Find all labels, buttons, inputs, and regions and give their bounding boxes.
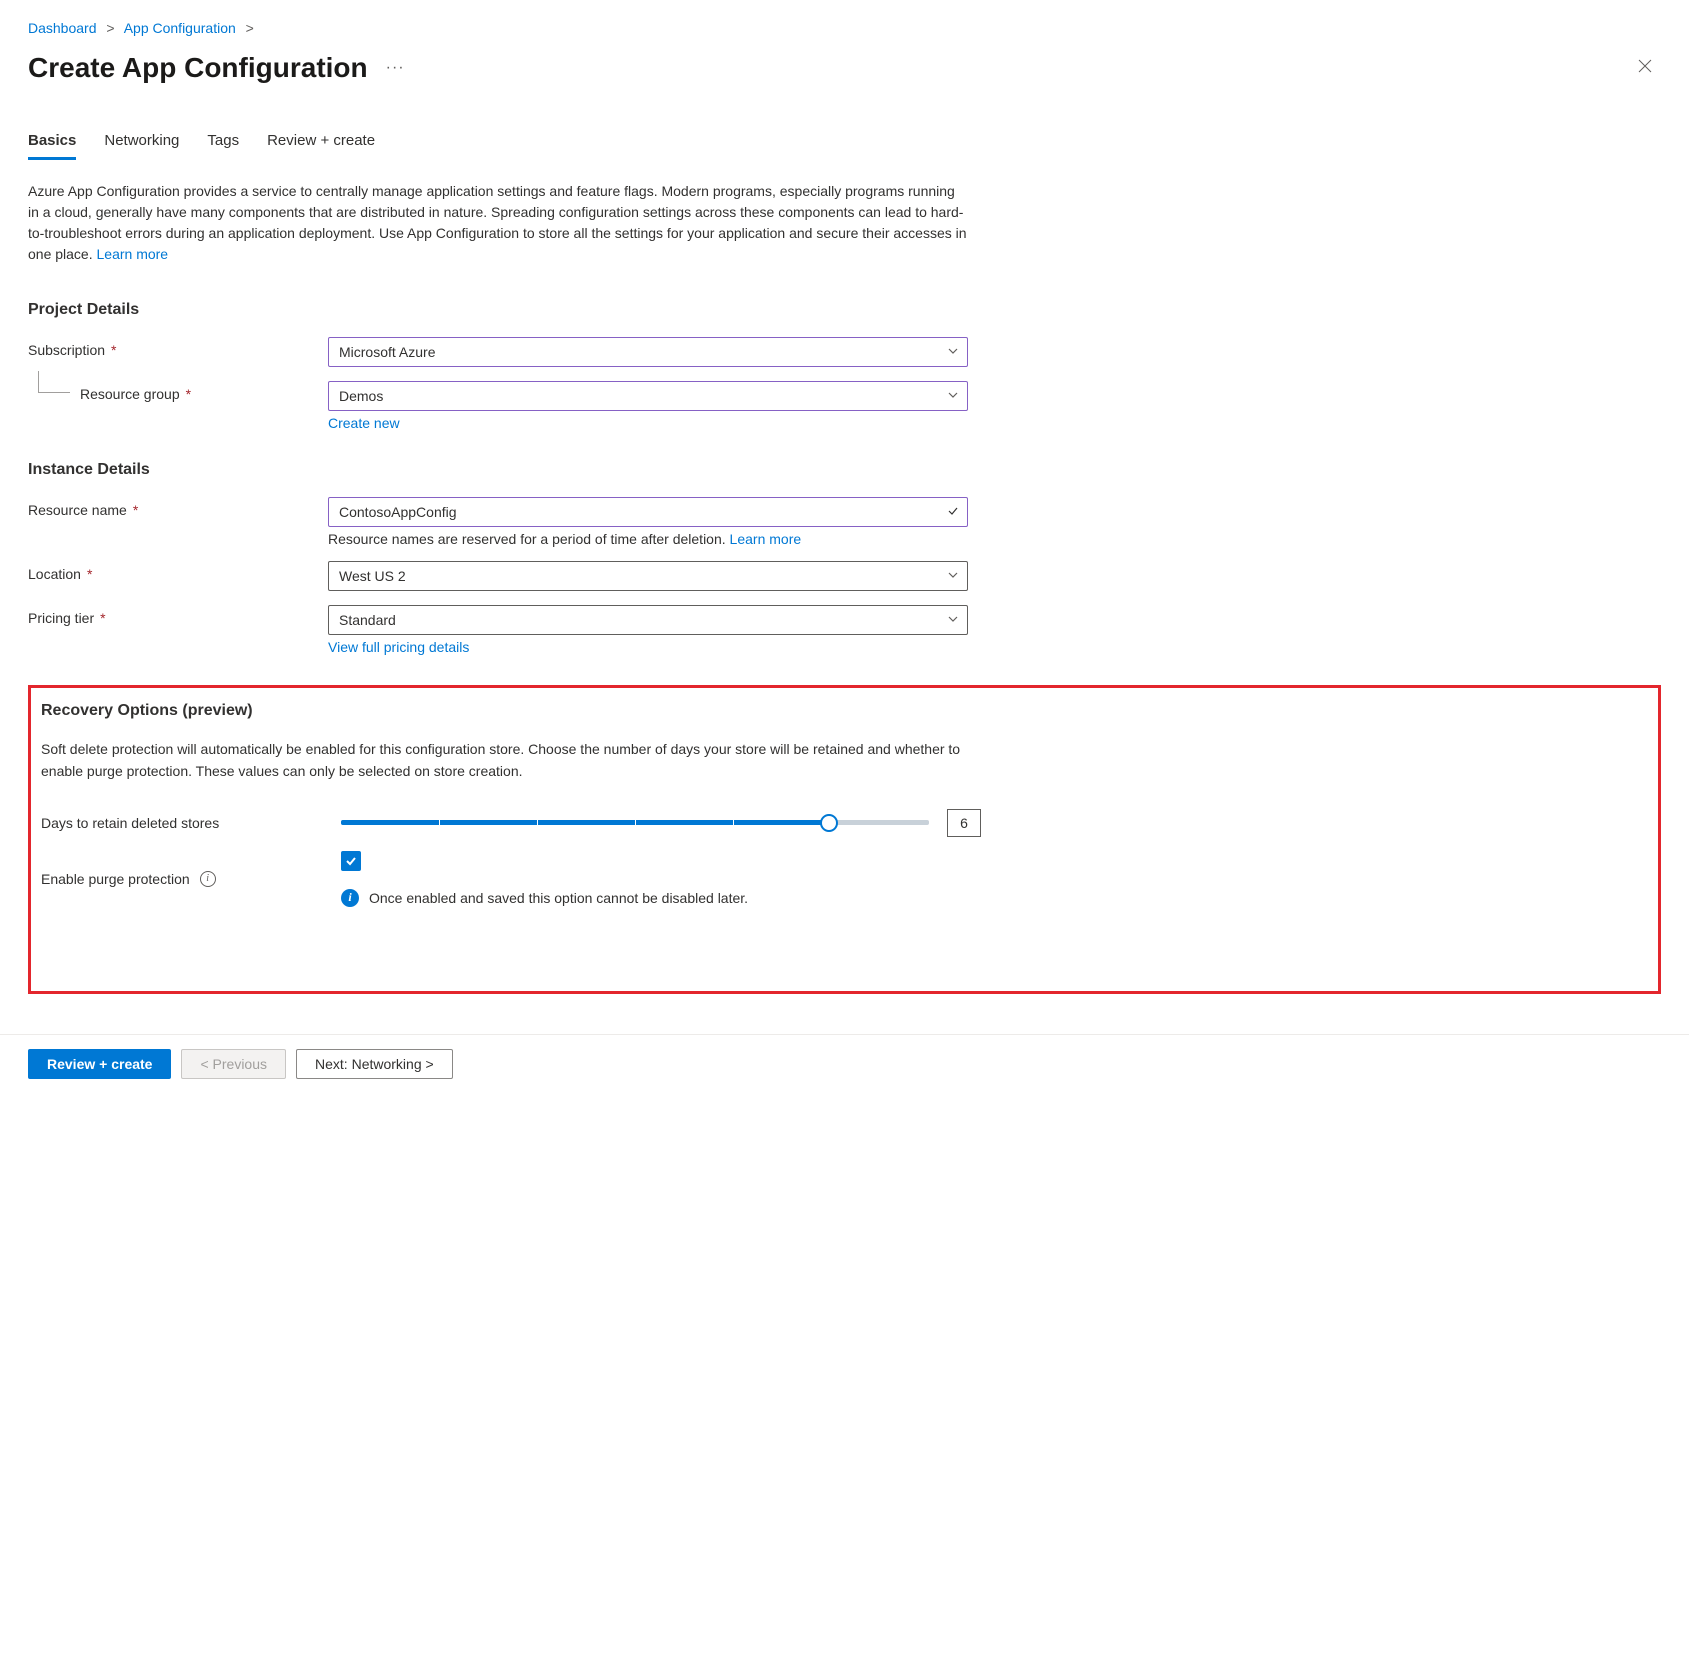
- purge-protection-info: Once enabled and saved this option canno…: [369, 890, 748, 906]
- days-retain-slider[interactable]: [341, 813, 929, 833]
- purge-protection-checkbox[interactable]: [341, 851, 361, 871]
- page-title: Create App Configuration: [28, 52, 368, 84]
- location-select[interactable]: West US 2: [328, 561, 968, 591]
- chevron-down-icon: [947, 612, 959, 628]
- resource-group-select[interactable]: Demos: [328, 381, 968, 411]
- recovery-options-section: Recovery Options (preview) Soft delete p…: [28, 685, 1661, 994]
- view-pricing-link[interactable]: View full pricing details: [328, 639, 469, 655]
- purge-protection-label: Enable purge protection i: [41, 871, 341, 887]
- resource-name-label: Resource name*: [28, 497, 328, 518]
- chevron-right-icon: >: [106, 20, 114, 36]
- recovery-description: Soft delete protection will automaticall…: [41, 738, 981, 783]
- breadcrumb: Dashboard > App Configuration >: [28, 20, 1661, 36]
- tab-basics[interactable]: Basics: [28, 124, 76, 160]
- slider-thumb[interactable]: [820, 814, 838, 832]
- footer-actions: Review + create < Previous Next: Network…: [0, 1034, 1689, 1093]
- days-retain-label: Days to retain deleted stores: [41, 815, 341, 831]
- create-new-link[interactable]: Create new: [328, 415, 400, 431]
- more-actions-icon[interactable]: ···: [386, 59, 405, 77]
- location-label: Location*: [28, 561, 328, 582]
- previous-button: < Previous: [181, 1049, 286, 1079]
- breadcrumb-dashboard[interactable]: Dashboard: [28, 20, 97, 36]
- pricing-tier-label: Pricing tier*: [28, 605, 328, 626]
- project-details-heading: Project Details: [28, 301, 1661, 319]
- learn-more-link[interactable]: Learn more: [97, 246, 169, 262]
- tab-review-create[interactable]: Review + create: [267, 124, 375, 160]
- info-icon: i: [341, 889, 359, 907]
- resource-group-label: Resource group*: [28, 381, 328, 402]
- breadcrumb-app-configuration[interactable]: App Configuration: [124, 20, 236, 36]
- subscription-label: Subscription*: [28, 337, 328, 358]
- learn-more-link[interactable]: Learn more: [730, 531, 802, 547]
- tabs: Basics Networking Tags Review + create: [28, 124, 1661, 161]
- next-button[interactable]: Next: Networking >: [296, 1049, 453, 1079]
- pricing-tier-select[interactable]: Standard: [328, 605, 968, 635]
- chevron-down-icon: [947, 388, 959, 404]
- chevron-down-icon: [947, 568, 959, 584]
- chevron-right-icon: >: [246, 20, 254, 36]
- resource-name-input[interactable]: ContosoAppConfig: [328, 497, 968, 527]
- days-retain-value[interactable]: 6: [947, 809, 981, 837]
- tab-networking[interactable]: Networking: [104, 124, 179, 160]
- instance-details-heading: Instance Details: [28, 461, 1661, 479]
- subscription-select[interactable]: Microsoft Azure: [328, 337, 968, 367]
- close-icon[interactable]: [1629, 54, 1661, 83]
- intro-text: Azure App Configuration provides a servi…: [28, 181, 968, 265]
- check-icon: [947, 504, 959, 520]
- chevron-down-icon: [947, 344, 959, 360]
- review-create-button[interactable]: Review + create: [28, 1049, 171, 1079]
- tab-tags[interactable]: Tags: [207, 124, 239, 160]
- resource-name-helper: Resource names are reserved for a period…: [328, 531, 968, 547]
- info-icon[interactable]: i: [200, 871, 216, 887]
- recovery-options-heading: Recovery Options (preview): [41, 702, 1648, 720]
